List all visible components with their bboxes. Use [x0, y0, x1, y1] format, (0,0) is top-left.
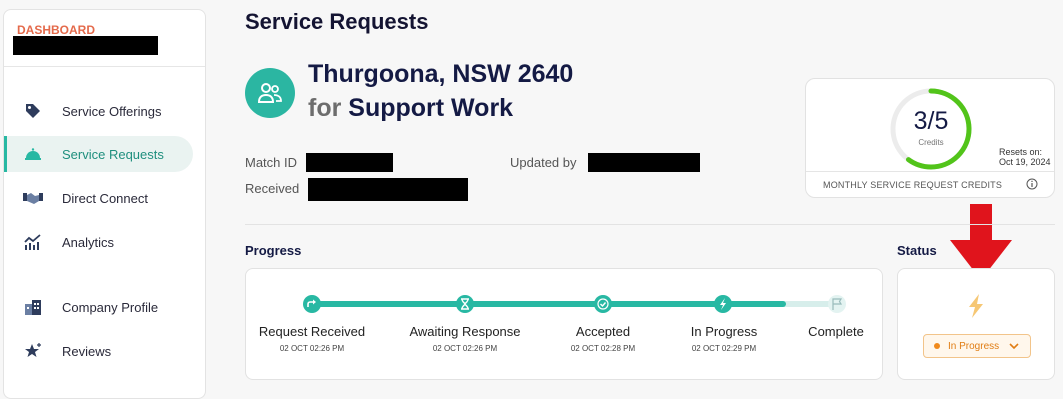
status-title: Status [897, 243, 937, 258]
lightning-icon [714, 295, 732, 313]
step-label: Accepted [575, 324, 631, 339]
credits-card: 3/5 Credits Resets on: Oct 19, 2024 MONT… [805, 78, 1055, 198]
sidebar-item-reviews[interactable]: Reviews [4, 333, 193, 369]
resets-date: Oct 19, 2024 [999, 157, 1051, 167]
step-date: 02 OCT 02:26 PM [279, 344, 345, 353]
hourglass-icon [456, 295, 474, 313]
sidebar: DASHBOARD Service Offerings Service Requ… [3, 9, 206, 399]
redacted-received [308, 178, 468, 201]
sidebar-divider [4, 66, 205, 67]
sidebar-item-analytics[interactable]: Analytics [4, 224, 193, 260]
credits-value: 3/5 [913, 107, 949, 135]
people-icon [245, 68, 295, 118]
building-icon [23, 297, 43, 317]
status-dropdown[interactable]: In Progress [923, 334, 1031, 358]
section-divider [245, 224, 1055, 225]
status-card: In Progress [897, 268, 1055, 380]
bell-icon [23, 144, 43, 164]
step-label: Request Received [258, 324, 366, 339]
credits-reset: Resets on: Oct 19, 2024 [999, 147, 1051, 167]
page-title: Service Requests [245, 9, 429, 34]
sidebar-item-label: Service Requests [62, 146, 164, 162]
step-label: Awaiting Response [409, 324, 521, 339]
credits-footer: MONTHLY SERVICE REQUEST CREDITS [823, 180, 1003, 190]
sidebar-item-label: Service Offerings [62, 103, 162, 119]
request-service: Support Work [348, 94, 514, 122]
received-label: Received [245, 181, 300, 196]
progress-title: Progress [245, 243, 302, 258]
card-divider [806, 171, 1054, 172]
redacted-match-id [306, 153, 393, 172]
sidebar-item-label: Analytics [62, 234, 115, 250]
sidebar-item-service-requests[interactable]: Service Requests [4, 136, 193, 172]
step-label: Complete [808, 324, 864, 339]
sidebar-item-direct-connect[interactable]: Direct Connect [4, 180, 193, 216]
handshake-icon [23, 188, 43, 208]
step-date: 02 OCT 02:26 PM [432, 344, 498, 353]
dashboard-label: DASHBOARD [17, 23, 95, 37]
check-icon [594, 295, 612, 313]
redacted-updated-by [588, 153, 700, 172]
step-date: 02 OCT 02:28 PM [570, 344, 636, 353]
credits-label: Credits [918, 138, 944, 147]
progress-track [303, 295, 846, 313]
sidebar-item-label: Company Profile [62, 299, 159, 315]
step-date: 02 OCT 02:29 PM [691, 344, 757, 353]
forward-arrow-icon [303, 295, 321, 313]
progress-card: Request Received 02 OCT 02:26 PM Awaitin… [245, 268, 883, 380]
chart-icon [23, 232, 43, 252]
updated-by-label: Updated by [510, 155, 577, 170]
resets-label: Resets on: [999, 147, 1043, 157]
info-icon[interactable] [1026, 178, 1038, 190]
star-icon [23, 341, 43, 361]
status-value: In Progress [948, 340, 1000, 352]
tag-icon [23, 101, 43, 121]
status-dot [934, 343, 940, 349]
step-label: In Progress [690, 324, 758, 339]
request-service-line: for Support Work [308, 94, 513, 123]
request-location: Thurgoona, NSW 2640 [308, 60, 574, 88]
flag-icon [828, 295, 846, 313]
match-id-label: Match ID [245, 155, 298, 170]
for-word: for [308, 94, 342, 122]
lightning-icon [969, 294, 983, 318]
sidebar-item-service-offerings[interactable]: Service Offerings [4, 93, 193, 129]
chevron-down-icon [1009, 343, 1019, 350]
redacted-company-name [13, 36, 158, 55]
sidebar-item-company-profile[interactable]: Company Profile [4, 289, 193, 325]
sidebar-item-label: Reviews [62, 343, 112, 359]
sidebar-item-label: Direct Connect [62, 190, 148, 206]
